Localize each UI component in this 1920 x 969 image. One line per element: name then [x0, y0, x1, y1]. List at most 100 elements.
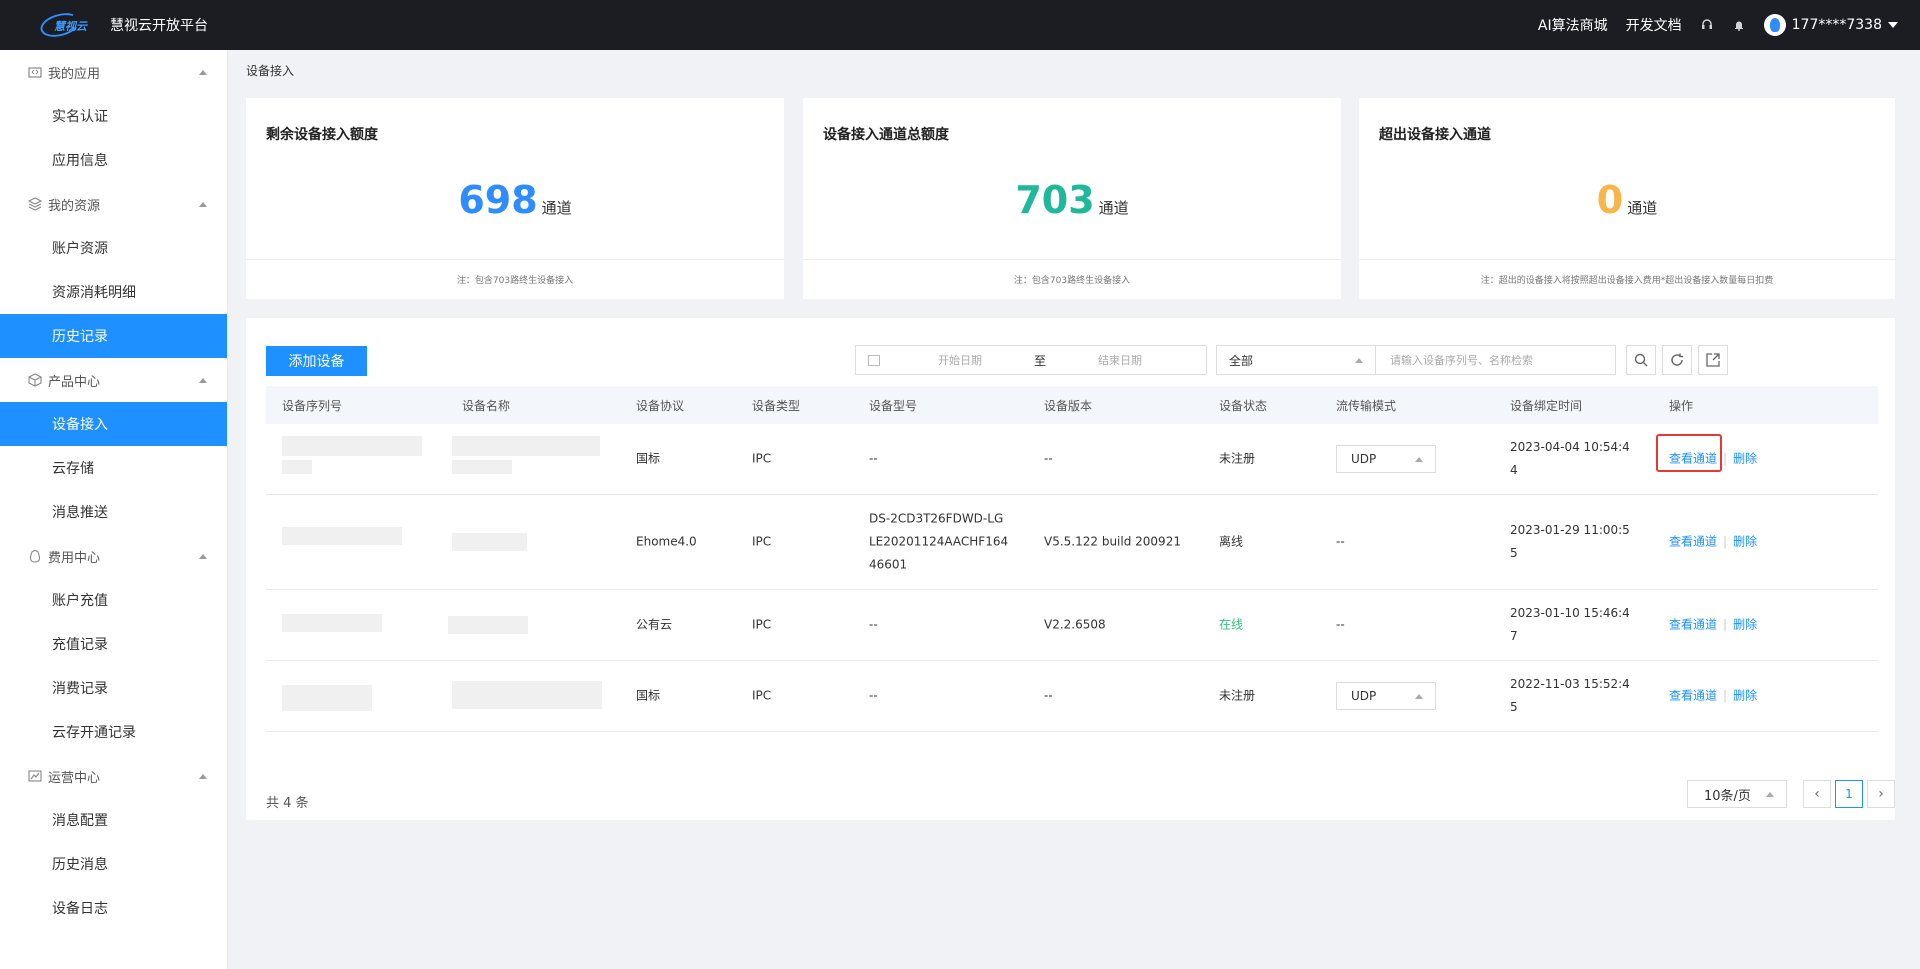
sidebar-group-billing[interactable]: 费用中心 — [0, 534, 227, 578]
sidebar-item-realname[interactable]: 实名认证 — [0, 94, 227, 138]
user-menu[interactable]: 177****7338 — [1763, 14, 1898, 36]
device-table: 设备序列号 设备名称 设备协议 设备类型 设备型号 设备版本 设备状态 流传输模… — [266, 386, 1878, 732]
search-button[interactable] — [1626, 345, 1656, 375]
sidebar-item-history[interactable]: 历史记录 — [0, 314, 227, 358]
view-channels-link[interactable]: 查看通道 — [1669, 689, 1717, 703]
headset-icon[interactable] — [1700, 18, 1714, 32]
refresh-icon — [1671, 353, 1683, 366]
card-value: 703 — [1015, 178, 1095, 222]
cube-icon — [28, 373, 42, 387]
sidebar-group-label: 我的应用 — [48, 66, 101, 82]
cell-type: IPC — [752, 534, 772, 549]
sidebar-item-message-config[interactable]: 消息配置 — [0, 798, 227, 842]
status-filter-select[interactable]: 全部 — [1216, 345, 1376, 375]
sidebar-item-cloud-storage[interactable]: 云存储 — [0, 446, 227, 490]
col-stream-mode: 流传输模式 — [1336, 398, 1397, 413]
stream-mode-select[interactable]: UDP — [1336, 682, 1436, 710]
cell-stream-mode: -- — [1336, 617, 1345, 632]
cell-type: IPC — [752, 688, 772, 703]
sidebar-item-device-access[interactable]: 设备接入 — [0, 402, 227, 446]
stream-mode-value: UDP — [1351, 688, 1377, 703]
sidebar-item-cloud-activation-records[interactable]: 云存开通记录 — [0, 710, 227, 754]
logo-text: 慧视云 — [54, 20, 87, 33]
logo[interactable]: 慧视云 慧视云开放平台 — [37, 9, 208, 41]
divider: | — [1723, 534, 1728, 549]
card-title: 设备接入通道总额度 — [823, 127, 949, 143]
col-protocol: 设备协议 — [636, 398, 685, 413]
chevron-up-icon — [199, 773, 207, 779]
date-end-input[interactable]: 结束日期 — [1060, 352, 1180, 368]
cell-protocol: 国标 — [636, 451, 661, 466]
cell-version: -- — [1044, 451, 1053, 466]
sidebar-group-products[interactable]: 产品中心 — [0, 358, 227, 402]
sidebar-group-my-resources[interactable]: 我的资源 — [0, 182, 227, 226]
export-button[interactable] — [1698, 345, 1728, 375]
card-note: 注：包含703路终生设备接入 — [246, 259, 784, 299]
cell-version: -- — [1044, 688, 1053, 703]
breadcrumb: 设备接入 — [246, 64, 295, 78]
cell-bind-time: 2023-04-04 10:54:44 — [1510, 440, 1630, 477]
sidebar-item-consumption-records[interactable]: 消费记录 — [0, 666, 227, 710]
calendar-icon — [868, 354, 880, 366]
table-header: 设备序列号 设备名称 设备协议 设备类型 设备型号 设备版本 设备状态 流传输模… — [266, 386, 1878, 424]
cell-bind-time: 2023-01-10 15:46:47 — [1510, 606, 1630, 643]
cell-model: -- — [869, 617, 878, 632]
bell-icon[interactable] — [1732, 18, 1746, 32]
page-size-select[interactable]: 10条/页 — [1687, 780, 1787, 808]
redacted-serial — [282, 685, 372, 711]
table-row: 国标 IPC -- -- 未注册 UDP 2023-04-04 10:54:44… — [266, 424, 1878, 495]
sidebar-item-recharge-records[interactable]: 充值记录 — [0, 622, 227, 666]
main-content: 设备接入 剩余设备接入额度 698 通道 注：包含703路终生设备接入 设备接入通… — [228, 50, 1920, 969]
cell-protocol: 国标 — [636, 688, 661, 703]
stream-mode-select[interactable]: UDP — [1336, 445, 1436, 473]
cell-actions: 查看通道 | 删除 — [1669, 685, 1757, 708]
docs-link[interactable]: 开发文档 — [1626, 15, 1682, 35]
sidebar-item-device-logs[interactable]: 设备日志 — [0, 886, 227, 930]
sidebar-item-app-info[interactable]: 应用信息 — [0, 138, 227, 182]
sidebar-item-history-messages[interactable]: 历史消息 — [0, 842, 227, 886]
device-panel: 添加设备 开始日期 至 结束日期 全部 请输入设备序列号、名称检索 设备序列号 … — [246, 318, 1895, 820]
sidebar-item-resource-usage[interactable]: 资源消耗明细 — [0, 270, 227, 314]
redacted-serial — [282, 460, 312, 474]
avatar — [1763, 14, 1786, 36]
search-icon — [1634, 353, 1648, 367]
sidebar-group-operations[interactable]: 运营中心 — [0, 754, 227, 798]
cell-bind-time: 2023-01-29 11:00:55 — [1510, 523, 1630, 560]
sidebar: 我的应用 实名认证 应用信息 我的资源 账户资源 资源消耗明细 历史记录 产品中… — [0, 50, 228, 969]
money-icon — [28, 549, 42, 563]
ai-store-link[interactable]: AI算法商城 — [1538, 15, 1608, 35]
sidebar-item-message-push[interactable]: 消息推送 — [0, 490, 227, 534]
highlight-box — [1656, 434, 1722, 472]
date-start-input[interactable]: 开始日期 — [900, 352, 1020, 368]
table-row: 公有云 IPC -- V2.2.6508 在线 -- 2023-01-10 15… — [266, 590, 1878, 661]
cell-model: DS-2CD3T26FDWD-LGLE20201124AACHF16446601 — [869, 511, 1009, 572]
view-channels-link[interactable]: 查看通道 — [1669, 618, 1717, 632]
next-page-button[interactable]: › — [1867, 780, 1895, 808]
sidebar-item-recharge[interactable]: 账户充值 — [0, 578, 227, 622]
total-count: 共 4 条 — [266, 796, 309, 811]
view-channels-link[interactable]: 查看通道 — [1669, 535, 1717, 549]
page-1-button[interactable]: 1 — [1835, 780, 1863, 808]
prev-page-button[interactable]: ‹ — [1803, 780, 1831, 808]
sidebar-group-label: 我的资源 — [48, 198, 101, 214]
delete-link[interactable]: 删除 — [1733, 618, 1757, 632]
table-row: 国标 IPC -- -- 未注册 UDP 2022-11-03 15:52:45… — [266, 661, 1878, 732]
refresh-button[interactable] — [1662, 345, 1692, 375]
delete-link[interactable]: 删除 — [1733, 535, 1757, 549]
cell-actions: 查看通道 | 删除 — [1669, 614, 1757, 637]
cell-status: 未注册 — [1219, 688, 1256, 703]
date-range-picker[interactable]: 开始日期 至 结束日期 — [855, 345, 1207, 375]
card-unit: 通道 — [1627, 199, 1658, 217]
col-actions: 操作 — [1669, 398, 1694, 413]
delete-link[interactable]: 删除 — [1733, 689, 1757, 703]
redacted-serial — [282, 436, 422, 456]
sidebar-group-my-apps[interactable]: 我的应用 — [0, 50, 227, 94]
app-title: 慧视云开放平台 — [110, 18, 208, 34]
cell-status: 离线 — [1219, 534, 1244, 549]
search-input[interactable]: 请输入设备序列号、名称检索 — [1376, 345, 1616, 375]
add-device-button[interactable]: 添加设备 — [266, 346, 367, 376]
col-version: 设备版本 — [1044, 398, 1093, 413]
sidebar-item-account-resources[interactable]: 账户资源 — [0, 226, 227, 270]
delete-link[interactable]: 删除 — [1733, 452, 1757, 466]
cell-actions: 查看通道 | 删除 — [1669, 531, 1757, 554]
